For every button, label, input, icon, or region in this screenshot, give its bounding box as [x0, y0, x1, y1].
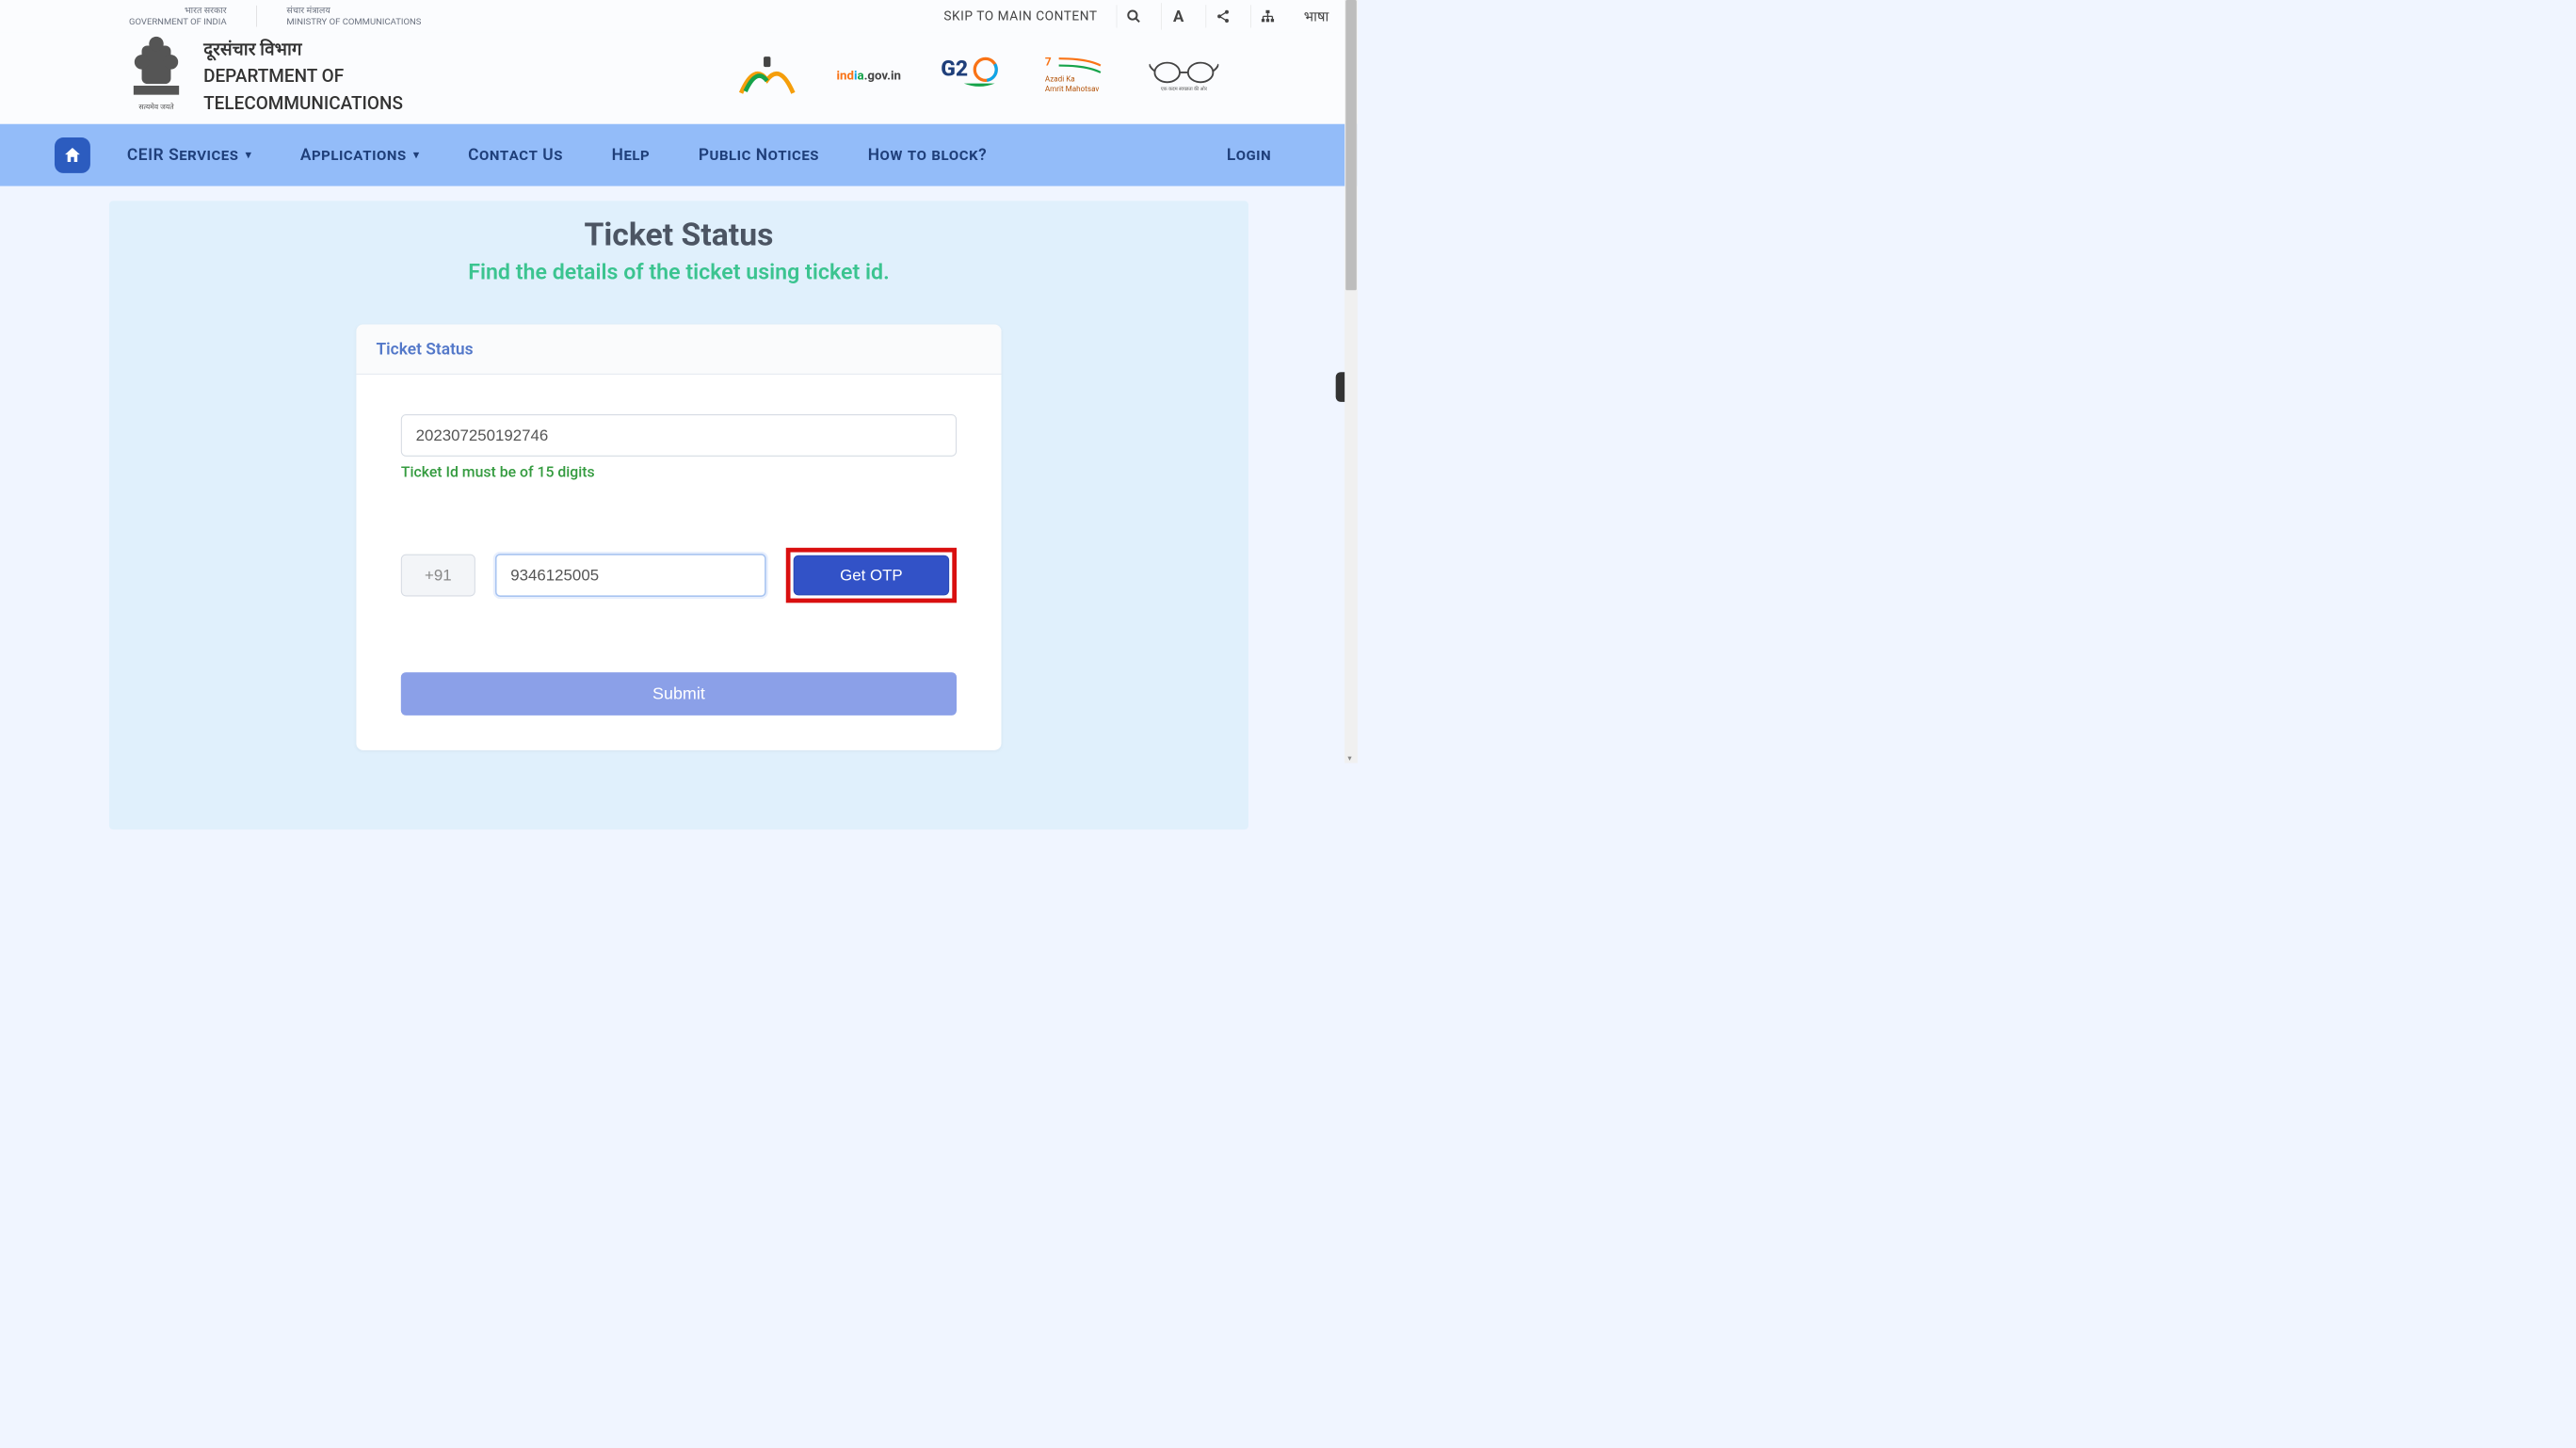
card-header: Ticket Status: [356, 325, 1001, 375]
get-otp-highlight: Get OTP: [786, 548, 957, 603]
get-otp-button[interactable]: Get OTP: [794, 555, 950, 596]
scrollbar[interactable]: ▾: [1344, 0, 1358, 764]
dept-eng-1: DEPARTMENT OF: [203, 65, 403, 88]
top-utility-bar: भारत सरकार GOVERNMENT OF INDIA संचार मंत…: [0, 0, 1358, 32]
nav-applications[interactable]: Applications ▾: [288, 145, 431, 165]
svg-text:Amrit Mahotsav: Amrit Mahotsav: [1045, 84, 1100, 93]
svg-text:एक कदम स्वच्छता की ओर: एक कदम स्वच्छता की ओर: [1161, 86, 1208, 92]
india-gov-logo[interactable]: india.gov.in: [837, 51, 907, 101]
nav-contact-us[interactable]: Contact Us: [456, 145, 574, 165]
nav-help[interactable]: Help: [600, 145, 662, 165]
side-tab[interactable]: [1336, 372, 1344, 402]
svg-text:7: 7: [1045, 55, 1052, 68]
ministry-hindi: संचार मंत्रालय: [286, 6, 421, 16]
page-title: Ticket Status: [584, 216, 773, 253]
nav-ceir-services[interactable]: CEIR Services ▾: [115, 145, 264, 165]
search-icon[interactable]: [1117, 5, 1151, 27]
scroll-down-icon[interactable]: ▾: [1347, 753, 1354, 760]
g20-logo[interactable]: G2: [941, 51, 1010, 101]
azadi-mahotsav-logo[interactable]: 7 Azadi KaAmrit Mahotsav: [1045, 51, 1115, 101]
nav-how-to-block[interactable]: How to block?: [856, 145, 999, 165]
dept-hindi: दूरसंचार विभाग: [203, 37, 403, 61]
nav-login[interactable]: Login: [1215, 145, 1283, 165]
svg-text:Azadi Ka: Azadi Ka: [1045, 73, 1075, 83]
share-icon[interactable]: [1205, 5, 1240, 27]
font-size-icon[interactable]: A: [1161, 3, 1196, 29]
main-nav: CEIR Services ▾ Applications ▾ Contact U…: [0, 124, 1358, 186]
header: सत्यमेव जयते दूरसंचार विभाग DEPARTMENT O…: [0, 32, 1358, 123]
ticket-hint: Ticket Id must be of 15 digits: [401, 463, 957, 480]
phone-number-input[interactable]: [495, 554, 766, 597]
svg-text:G2: G2: [941, 56, 968, 81]
gov-hindi: भारत सरकार: [129, 6, 227, 16]
svg-text:india.gov.in: india.gov.in: [837, 69, 901, 83]
language-selector[interactable]: भाषा: [1295, 3, 1338, 29]
ticket-id-input[interactable]: [401, 414, 957, 457]
glasses-logo[interactable]: एक कदम स्वच्छता की ओर: [1150, 51, 1219, 101]
sanchar-saathi-logo[interactable]: [733, 51, 802, 101]
chevron-down-icon: ▾: [246, 149, 251, 161]
page-subtitle: Find the details of the ticket using tic…: [468, 259, 889, 284]
content-area: Ticket Status Find the details of the ti…: [109, 201, 1248, 829]
nav-public-notices[interactable]: Public Notices: [686, 145, 831, 165]
ticket-status-card: Ticket Status Ticket Id must be of 15 di…: [356, 325, 1001, 750]
chevron-down-icon: ▾: [413, 149, 419, 161]
gov-eng: GOVERNMENT OF INDIA: [129, 16, 227, 26]
card-title: Ticket Status: [376, 339, 981, 359]
sitemap-icon[interactable]: [1250, 5, 1285, 27]
phone-prefix: [401, 555, 475, 597]
ministry-eng: MINISTRY OF COMMUNICATIONS: [286, 16, 421, 26]
svg-text:सत्यमेव जयते: सत्यमेव जयते: [138, 103, 174, 111]
skip-main-content[interactable]: SKIP TO MAIN CONTENT: [935, 5, 1106, 27]
home-button[interactable]: [55, 137, 90, 173]
scrollbar-thumb[interactable]: [1345, 0, 1357, 290]
dept-eng-2: TELECOMMUNICATIONS: [203, 91, 403, 115]
submit-button[interactable]: Submit: [401, 672, 957, 716]
india-emblem-icon: सत्यमेव जयते: [129, 35, 184, 117]
